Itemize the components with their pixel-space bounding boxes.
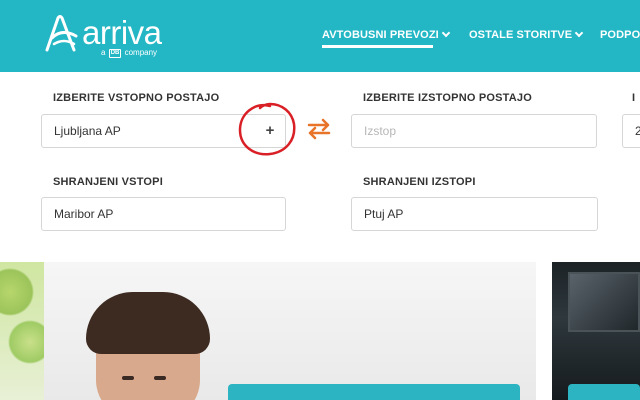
hero-leaves-decoration: [0, 262, 44, 400]
chevron-down-icon: [441, 28, 451, 38]
nav-item-ostale-storitve[interactable]: OSTALE STORITVE: [469, 28, 584, 42]
saved-entries-select[interactable]: Maribor AP: [41, 197, 286, 231]
active-nav-underline: [322, 45, 433, 48]
promo-card-2[interactable]: [568, 384, 640, 400]
logo-tagline-prefix: a: [101, 48, 106, 57]
nav-label: OSTALE STORITVE: [469, 29, 573, 41]
nav-item-podpora[interactable]: PODPO: [600, 28, 640, 42]
nav-label: PODPO: [600, 29, 640, 41]
exit-station-label: IZBERITE IZSTOPNO POSTAJO: [363, 92, 533, 104]
hero-photo-woman: [0, 262, 536, 400]
saved-entries-label: SHRANJENI VSTOPI: [53, 176, 163, 188]
logo-wordmark: arriva: [82, 14, 162, 51]
hero-hair: [86, 292, 210, 354]
hero-section: [0, 262, 640, 400]
site-header: arriva a DB company AVTOBUSNI PREVOZI OS…: [0, 0, 640, 72]
swap-arrows-icon[interactable]: [306, 117, 332, 141]
date-label: I: [632, 92, 636, 104]
arriva-logo-icon: [45, 15, 78, 52]
entry-station-label: IZBERITE VSTOPNO POSTAJO: [53, 92, 220, 104]
promo-card[interactable]: [228, 384, 520, 400]
exit-station-input[interactable]: Izstop: [351, 114, 597, 148]
date-input[interactable]: 2: [622, 114, 640, 148]
saved-exits-select[interactable]: Ptuj AP: [351, 197, 598, 231]
bus-window: [568, 272, 640, 332]
chevron-down-icon: [574, 28, 584, 38]
hero-eye-right: [154, 376, 166, 380]
hero-eye-left: [122, 376, 134, 380]
db-brand-mark: DB: [108, 49, 122, 58]
nav-label: AVTOBUSNI PREVOZI: [322, 29, 439, 41]
logo-tagline-suffix: company: [124, 48, 158, 57]
nav-item-avtobusni-prevozi[interactable]: AVTOBUSNI PREVOZI: [322, 28, 451, 42]
saved-exits-label: SHRANJENI IZSTOPI: [363, 176, 476, 188]
red-annotation-circle: [238, 102, 296, 156]
logo-tagline: a DB company: [101, 48, 157, 58]
arriva-logo[interactable]: arriva a DB company: [44, 14, 174, 58]
